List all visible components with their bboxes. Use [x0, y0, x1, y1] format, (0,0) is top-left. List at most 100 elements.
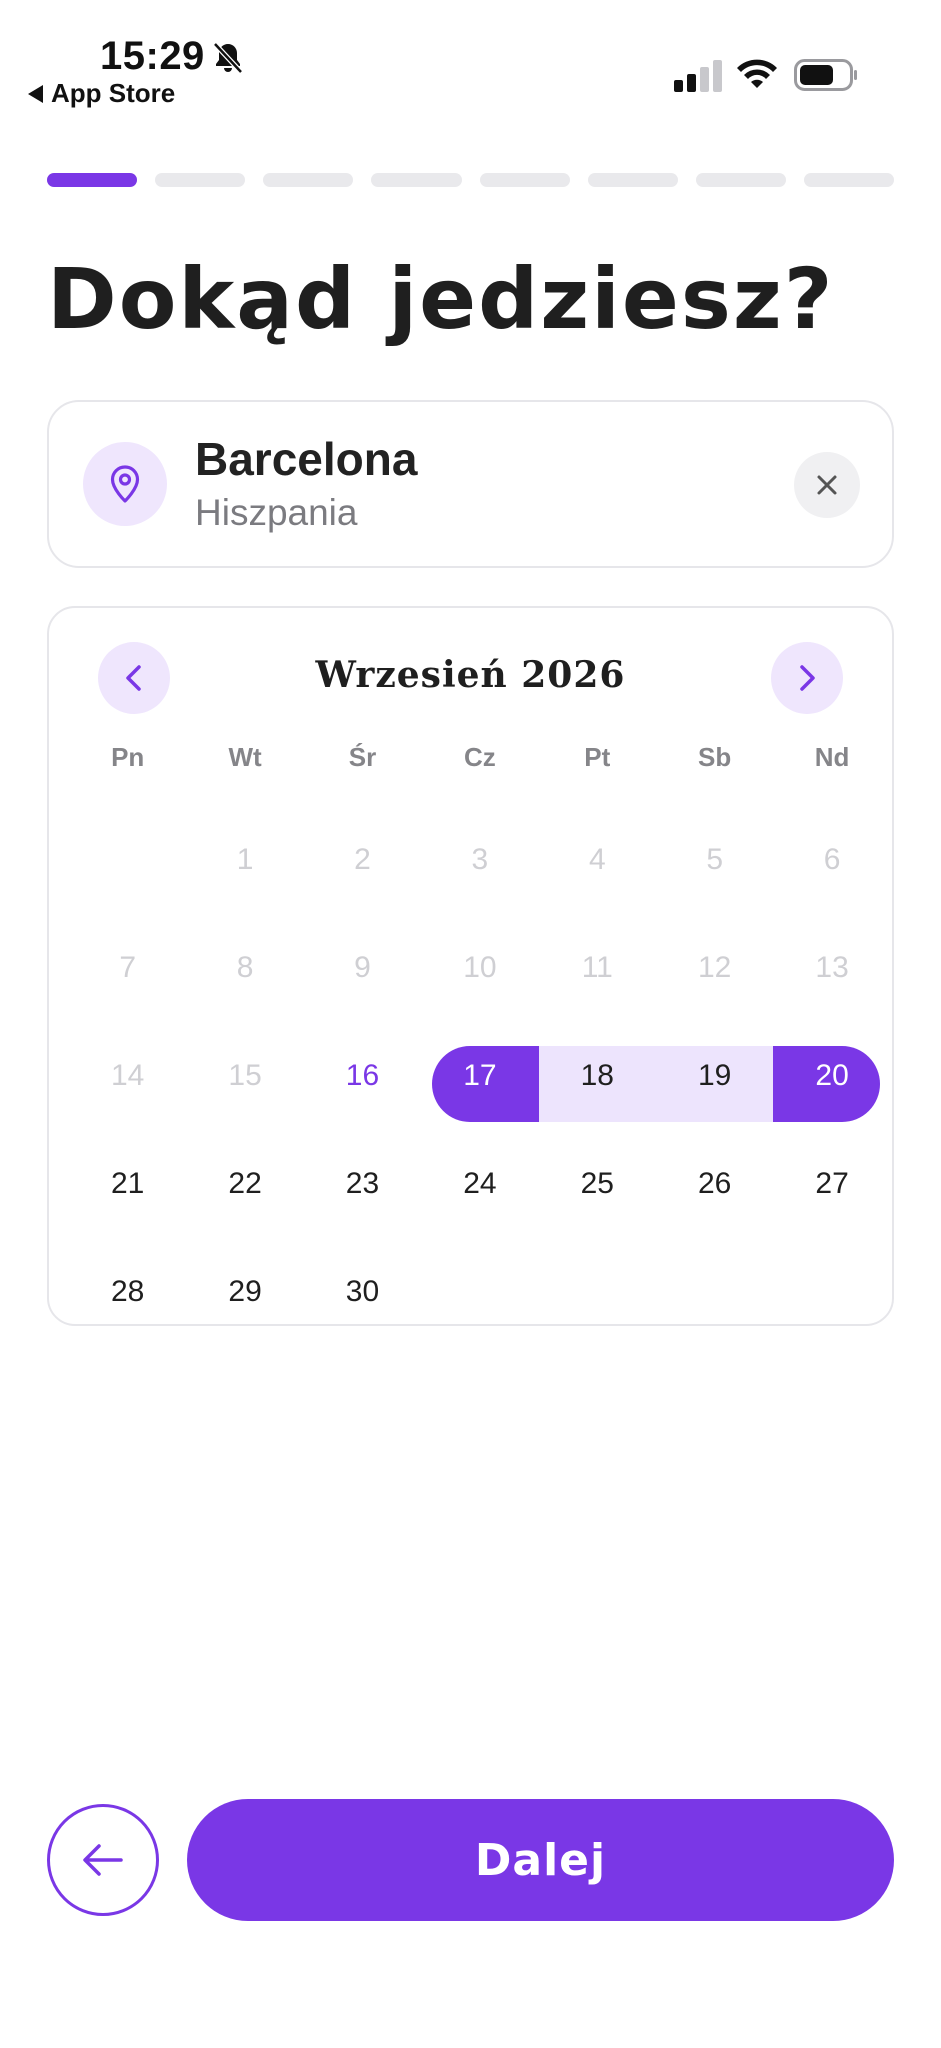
- calendar-day[interactable]: 30: [304, 1238, 421, 1346]
- calendar-day-disabled: 12: [656, 914, 773, 1022]
- calendar-day-disabled: 11: [539, 914, 656, 1022]
- calendar-day[interactable]: 19: [656, 1022, 773, 1130]
- calendar-day-number: 12: [698, 951, 732, 984]
- calendar-empty-cell: [656, 1238, 773, 1346]
- progress-step-3: [263, 173, 354, 187]
- calendar-day[interactable]: 28: [69, 1238, 186, 1346]
- back-triangle-icon: [28, 84, 43, 103]
- wifi-icon: [737, 59, 777, 88]
- calendar-week-row: 14 15 16 17 18 19 20: [69, 1022, 891, 1130]
- map-pin-icon-wrap: [83, 442, 167, 526]
- weekday-label: Pt: [584, 742, 611, 772]
- calendar-day-number: 10: [463, 951, 497, 984]
- calendar-day-number: 24: [463, 1167, 497, 1200]
- calendar-day-number: 17: [463, 1059, 497, 1092]
- calendar-month-label: Wrzesień 2026: [315, 654, 626, 696]
- progress-step-4: [371, 173, 462, 187]
- calendar-day[interactable]: 22: [186, 1130, 303, 1238]
- calendar-day-disabled: 1: [186, 806, 303, 914]
- calendar-day-number: 1: [236, 843, 254, 876]
- calendar-week-row: 28 29 30: [69, 1238, 891, 1346]
- weekday-header: Pn Wt Śr Cz Pt Sb Nd: [69, 742, 891, 773]
- clear-destination-button[interactable]: [794, 452, 860, 518]
- calendar-day-number: 22: [228, 1167, 262, 1200]
- calendar-day-disabled: 3: [421, 806, 538, 914]
- close-icon: [817, 475, 837, 495]
- calendar-day-number: 16: [345, 1059, 380, 1092]
- calendar-day-disabled: 8: [186, 914, 303, 1022]
- step-progress: [47, 173, 894, 187]
- calendar-day-number: 21: [111, 1167, 145, 1200]
- calendar-day[interactable]: 21: [69, 1130, 186, 1238]
- progress-step-2: [155, 173, 246, 187]
- calendar-day-number: 19: [698, 1059, 732, 1092]
- calendar-day-number: 2: [354, 843, 371, 876]
- calendar-day-disabled: 5: [656, 806, 773, 914]
- calendar-week-row: 1 2 3 4 5 6: [69, 806, 891, 914]
- weekday-label: Nd: [814, 742, 850, 772]
- destination-city: Barcelona: [195, 433, 418, 485]
- calendar-day[interactable]: 27: [773, 1130, 890, 1238]
- arrow-left-icon: [83, 1844, 123, 1876]
- calendar-day-disabled: 9: [304, 914, 421, 1022]
- weekday-label: Śr: [348, 742, 377, 772]
- calendar-day-disabled: 15: [186, 1022, 303, 1130]
- calendar-day[interactable]: 26: [656, 1130, 773, 1238]
- calendar-day-number: 29: [228, 1275, 262, 1308]
- calendar-day-number: 6: [823, 843, 841, 876]
- app-store-back-label: App Store: [51, 78, 176, 108]
- next-month-button[interactable]: [771, 642, 843, 714]
- weekday-label: Wt: [228, 742, 262, 772]
- calendar: Wrzesień 2026 Pn Wt Śr Cz Pt Sb Nd 12345…: [47, 606, 894, 1326]
- calendar-day-number: 7: [119, 951, 137, 984]
- next-button[interactable]: Dalej: [187, 1799, 894, 1921]
- calendar-day-number: 28: [111, 1275, 145, 1308]
- calendar-day-number: 26: [698, 1167, 732, 1200]
- calendar-day-number: 8: [236, 951, 254, 984]
- calendar-day-disabled: 6: [773, 806, 890, 914]
- calendar-empty-cell: [69, 806, 186, 914]
- bell-slash-icon: [213, 42, 243, 74]
- calendar-day-disabled: 4: [539, 806, 656, 914]
- weekday-label: Sb: [698, 742, 732, 772]
- calendar-day-number: 5: [706, 843, 724, 876]
- status-time: 15:29: [100, 34, 205, 78]
- battery-icon: [794, 59, 857, 91]
- page-title: Dokąd jedziesz?: [47, 250, 835, 348]
- calendar-day[interactable]: 25: [539, 1130, 656, 1238]
- destination-country: Hiszpania: [195, 492, 358, 533]
- signal-icon: [674, 60, 722, 92]
- calendar-week-row: 21 22 23 24 25 26 27: [69, 1130, 891, 1238]
- calendar-day[interactable]: 16: [304, 1022, 421, 1130]
- calendar-day[interactable]: 29: [186, 1238, 303, 1346]
- calendar-day[interactable]: 17: [421, 1022, 538, 1130]
- calendar-day-disabled: 10: [421, 914, 538, 1022]
- calendar-day[interactable]: 24: [421, 1130, 538, 1238]
- calendar-empty-cell: [773, 1238, 890, 1346]
- calendar-day[interactable]: 23: [304, 1130, 421, 1238]
- back-button[interactable]: [47, 1804, 159, 1916]
- destination-card[interactable]: Barcelona Hiszpania: [47, 400, 894, 568]
- calendar-empty-cell: [539, 1238, 656, 1346]
- calendar-week-row: 7 8 9 10 11 12 13: [69, 914, 891, 1022]
- calendar-day-number: 25: [580, 1167, 614, 1200]
- calendar-day-disabled: 14: [69, 1022, 186, 1130]
- progress-step-6: [587, 173, 678, 187]
- calendar-grid: 1 2 3 4 5 6 7 8 9 10 11 12 13 14 15 16 17 18 19 20 21 22 23 24 2…: [69, 806, 891, 1346]
- progress-step-8: [803, 173, 894, 187]
- app-store-back[interactable]: App Store: [28, 78, 175, 109]
- map-pin-icon: [110, 465, 140, 503]
- calendar-day-number: 11: [581, 951, 613, 984]
- calendar-day-number: 3: [471, 843, 489, 876]
- weekday-label: Cz: [463, 742, 496, 772]
- calendar-day-number: 27: [815, 1167, 849, 1200]
- calendar-day-number: 4: [588, 843, 606, 876]
- calendar-day-disabled: 7: [69, 914, 186, 1022]
- progress-step-7: [695, 173, 786, 187]
- calendar-day[interactable]: 20: [773, 1022, 890, 1130]
- calendar-day-number: 23: [345, 1167, 380, 1200]
- chevron-right-icon: [800, 665, 815, 691]
- calendar-day-disabled: 13: [773, 914, 890, 1022]
- calendar-day-number: 13: [815, 951, 849, 984]
- calendar-day[interactable]: 18: [539, 1022, 656, 1130]
